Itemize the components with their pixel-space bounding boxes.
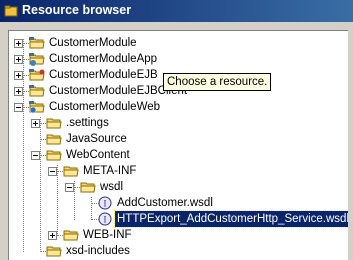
tree-item-wsdl[interactable]: wsdl	[9, 179, 348, 195]
tree-item-xsd-includes[interactable]: xsd-includes	[9, 243, 348, 259]
expand-toggle-icon[interactable]	[14, 39, 23, 48]
wsdl-interface-icon: I	[98, 212, 112, 226]
tree-item-label: CustomerModuleApp	[49, 53, 158, 65]
tree-item-label: JavaSource	[66, 133, 127, 145]
title-bar[interactable]: Resource browser	[0, 0, 353, 22]
tree-item-label: CustomerModuleWeb	[49, 101, 161, 113]
collapse-toggle-icon[interactable]	[31, 151, 40, 160]
tree-item-label: WebContent	[66, 149, 130, 161]
folder-icon	[63, 166, 79, 177]
tree-item-customermoduleweb[interactable]: CustomerModuleWeb	[9, 99, 348, 115]
svg-text:I: I	[104, 199, 107, 209]
collapse-toggle-icon[interactable]	[65, 183, 74, 192]
tree-item-label: AddCustomer.wsdl	[117, 197, 213, 209]
tree-item-web-inf[interactable]: WEB-INF	[9, 227, 348, 243]
folder-icon	[46, 118, 62, 129]
folder-icon	[80, 182, 96, 193]
project-folder-icon	[29, 85, 45, 97]
folder-icon	[46, 150, 62, 161]
project-folder-icon	[29, 101, 45, 114]
tree-item-meta-inf[interactable]: META-INF	[9, 163, 348, 179]
expand-toggle-icon[interactable]	[14, 55, 23, 64]
tree-item-customermodule[interactable]: CustomerModule	[9, 35, 348, 51]
resource-tree[interactable]: CustomerModule CustomerModuleApp CustomerM…	[8, 30, 348, 260]
expand-toggle-icon[interactable]	[48, 231, 57, 240]
resource-browser-window: Resource browser CustomerModule CustomerM…	[0, 0, 353, 260]
tree-item-label: wsdl	[100, 181, 124, 193]
expand-toggle-icon[interactable]	[14, 71, 23, 80]
wsdl-interface-icon: I	[98, 196, 112, 210]
window-title: Resource browser	[22, 3, 132, 17]
tree-item-webcontent[interactable]: WebContent	[9, 147, 348, 163]
tree-item-httpexport-addcustomerhttp-service-wsdl[interactable]: I HTTPExport_AddCustomerHttp_Service.wsdl	[9, 210, 348, 228]
tree-item-label: .settings	[66, 117, 109, 129]
project-folder-icon	[29, 53, 45, 66]
folder-icon	[46, 246, 62, 257]
collapse-toggle-icon[interactable]	[48, 167, 57, 176]
tree-item-customermoduleapp[interactable]: CustomerModuleApp	[9, 51, 348, 67]
collapse-toggle-icon[interactable]	[14, 103, 23, 112]
expand-toggle-icon[interactable]	[31, 119, 40, 128]
project-folder-icon	[29, 37, 45, 49]
tree-item-javasource[interactable]: JavaSource	[9, 131, 348, 147]
tooltip: Choose a resource.	[163, 73, 272, 91]
tree-item-label: WEB-INF	[83, 229, 132, 241]
tree-item-label: HTTPExport_AddCustomerHttp_Service.wsdl	[114, 210, 348, 228]
project-folder-icon	[29, 69, 45, 81]
svg-text:I: I	[104, 215, 107, 225]
tree-item-addcustomer-wsdl[interactable]: I AddCustomer.wsdl	[9, 195, 348, 211]
tree-item-settings[interactable]: .settings	[9, 115, 348, 131]
folder-icon	[46, 134, 62, 145]
resource-browser-icon	[4, 5, 18, 17]
tree-item-label: CustomerModuleEJB	[49, 69, 158, 81]
tree-item-label: CustomerModule	[49, 37, 137, 49]
tree-item-label: xsd-includes	[66, 245, 130, 257]
tree-item-label: META-INF	[83, 165, 137, 177]
expand-toggle-icon[interactable]	[14, 87, 23, 96]
folder-icon	[63, 230, 79, 241]
